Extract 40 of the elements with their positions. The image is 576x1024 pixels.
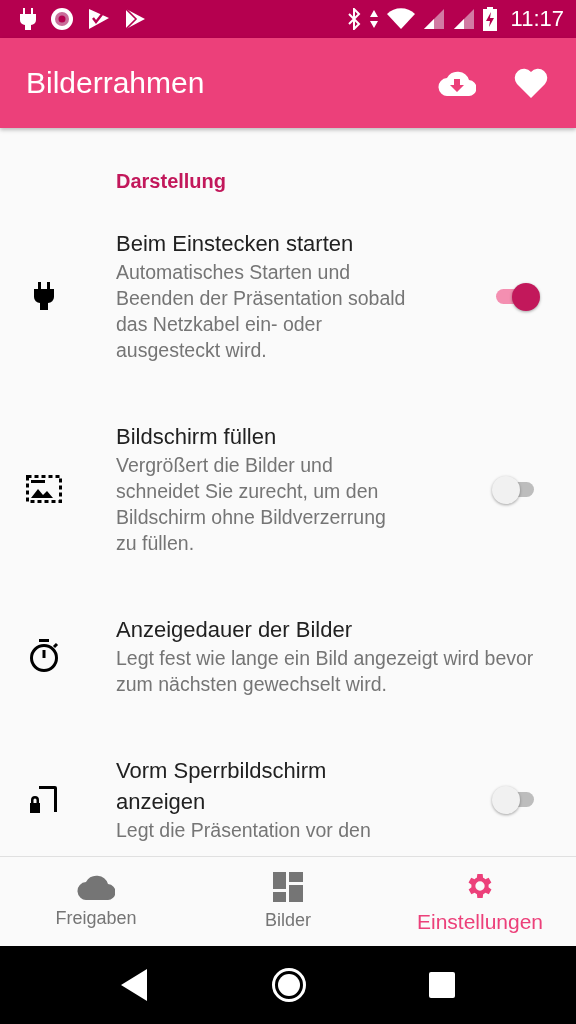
setting-title: Anzeigedauer der Bilder (116, 616, 354, 644)
lock-screen-icon (29, 784, 59, 814)
nav-tab[interactable]: Einstellungen (384, 857, 576, 946)
clock-time: 11:17 (510, 6, 564, 32)
setting-item[interactable]: Vorm Sperrbildschirm anzeigen Legt die Präsentation vor den (0, 727, 576, 856)
setting-title: Beim Einstecken starten (116, 230, 355, 258)
photo-frame-icon (26, 474, 62, 503)
battery-charging-icon (482, 7, 497, 31)
back-button[interactable] (121, 969, 149, 1001)
setting-item[interactable]: Beim Einstecken starten Automatisches Starten und Beenden der Präsentation sobald das Netzkabel ein- oder ausgesteckt wird. (0, 200, 576, 393)
toggle-switch[interactable] (492, 785, 536, 813)
plug-icon (20, 8, 36, 30)
setting-title: Vorm Sperrbildschirm anzeigen (116, 757, 328, 816)
dashboard-icon (273, 872, 303, 902)
check-flag-icon (88, 8, 110, 30)
setting-item[interactable]: Bildschirm füllen Vergrößert die Bilder und schneidet Sie zurecht, um den Bildschirm ohne Bildverzerrung zu füllen. (0, 393, 576, 586)
nav-tab[interactable]: Freigaben (0, 857, 192, 946)
heart-icon (514, 68, 548, 98)
cloud-icon (77, 874, 115, 900)
nav-tab[interactable]: Bilder (192, 857, 384, 946)
cloud-download-icon (438, 70, 476, 96)
home-button[interactable] (271, 967, 307, 1003)
play-icon (124, 8, 146, 30)
plug-icon (34, 281, 54, 310)
record-icon (50, 7, 74, 31)
bluetooth-icon (346, 8, 361, 30)
setting-description: Vergrößert die Bilder und schneidet Sie zurecht, um den Bildschirm ohne Bildverzerrung zu füllen. (116, 453, 387, 556)
stopwatch-icon (29, 638, 59, 673)
setting-description: Legt die Präsentation vor den (116, 818, 372, 843)
data-arrows-icon (368, 8, 379, 30)
toggle-switch[interactable] (492, 474, 536, 503)
setting-item[interactable]: Anzeigedauer der Bilder Legt fest wie lange ein Bild angezeigt wird bevor zum nächsten gewechselt wird. (0, 586, 576, 727)
setting-title: Bildschirm füllen (116, 423, 278, 451)
signal-icon (452, 8, 475, 30)
setting-description: Legt fest wie lange ein Bild angezeigt wird bevor zum nächsten gewechselt wird. (116, 646, 535, 697)
wifi-icon (386, 8, 415, 30)
app-title: Bilderrahmen (26, 66, 206, 100)
setting-description: Automatisches Starten und Beenden der Präsentation sobald das Netzkabel ein- oder ausgesteckt wird. (116, 260, 407, 363)
signal-icon (422, 8, 445, 30)
section-header: Darstellung (115, 169, 228, 194)
